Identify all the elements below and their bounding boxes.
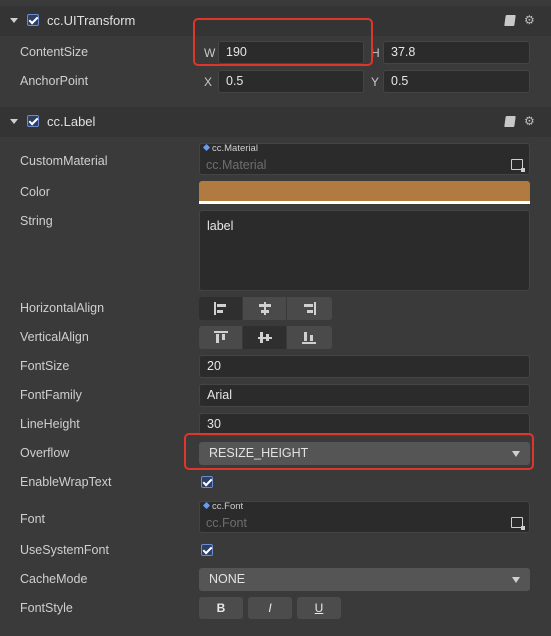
custom-material-label: CustomMaterial [20, 154, 108, 168]
cache-mode-value: NONE [209, 572, 246, 586]
font-size-input[interactable]: 20 [199, 355, 530, 378]
align-top-button[interactable] [199, 326, 243, 349]
align-bottom-icon [302, 331, 316, 344]
line-height-label: LineHeight [20, 417, 80, 431]
align-left-button[interactable] [199, 297, 243, 320]
vertical-align-label: VerticalAlign [20, 330, 89, 344]
underline-button[interactable]: U [297, 597, 341, 619]
label-title: cc.Label [47, 114, 96, 129]
align-left-icon [214, 302, 228, 315]
collapse-triangle-icon[interactable] [10, 119, 18, 124]
uitransform-title: cc.UITransform [47, 13, 136, 28]
help-book-icon[interactable] [504, 15, 516, 26]
font-size-label: FontSize [20, 359, 70, 373]
color-alpha-bar [199, 201, 530, 204]
enable-wrap-text-checkbox[interactable] [201, 476, 213, 488]
anchor-x-axis-label: X [204, 75, 213, 89]
font-style-label: FontStyle [20, 601, 73, 615]
font-label: Font [20, 512, 46, 526]
align-top-icon [214, 331, 228, 344]
align-right-button[interactable] [287, 297, 331, 320]
align-middle-button[interactable] [243, 326, 287, 349]
asset-diamond-icon [202, 143, 211, 152]
content-height-input[interactable]: 37.8 [383, 41, 530, 64]
font-placeholder: cc.Font [206, 516, 247, 530]
cache-mode-select[interactable]: NONE [199, 568, 530, 591]
material-type-tag: cc.Material [202, 143, 258, 154]
material-placeholder: cc.Material [206, 158, 267, 172]
horizontal-align-group [199, 297, 332, 320]
overflow-highlight [184, 433, 534, 470]
align-center-button[interactable] [243, 297, 287, 320]
overflow-label: Overflow [20, 446, 70, 460]
align-middle-icon [258, 331, 272, 344]
align-right-icon [302, 302, 316, 315]
custom-material-field[interactable]: cc.Material cc.Material [199, 143, 530, 175]
align-center-icon [258, 302, 272, 315]
horizontal-align-label: HorizontalAlign [20, 301, 105, 315]
color-label: Color [20, 185, 50, 199]
use-system-font-label: UseSystemFont [20, 543, 109, 557]
dropdown-caret-icon [512, 577, 520, 583]
font-family-label: FontFamily [20, 388, 82, 402]
color-swatch[interactable] [199, 181, 530, 201]
enable-wrap-text-label: EnableWrapText [20, 475, 112, 489]
label-enabled-checkbox[interactable] [27, 115, 39, 127]
anchor-point-label: AnchorPoint [20, 74, 89, 88]
gear-icon[interactable]: ⚙ [524, 14, 535, 26]
anchor-y-input[interactable]: 0.5 [383, 70, 530, 93]
cache-mode-label: CacheMode [20, 572, 88, 586]
help-book-icon[interactable] [504, 116, 516, 127]
font-type-tag: cc.Font [202, 501, 243, 512]
asset-diamond-icon [202, 501, 211, 510]
content-width-highlight [193, 18, 373, 66]
locate-asset-icon[interactable] [511, 517, 525, 530]
font-asset-field[interactable]: cc.Font cc.Font [199, 501, 530, 533]
anchor-y-axis-label: Y [371, 75, 380, 89]
anchor-x-input[interactable]: 0.5 [218, 70, 364, 93]
italic-button[interactable]: I [248, 597, 292, 619]
use-system-font-checkbox[interactable] [201, 544, 213, 556]
string-label: String [20, 214, 53, 228]
font-family-input[interactable]: Arial [199, 384, 530, 407]
string-textarea[interactable]: label [199, 210, 530, 291]
uitransform-enabled-checkbox[interactable] [27, 14, 39, 26]
vertical-align-group [199, 326, 332, 349]
content-size-label: ContentSize [20, 45, 89, 59]
align-bottom-button[interactable] [287, 326, 331, 349]
bold-button[interactable]: B [199, 597, 243, 619]
locate-asset-icon[interactable] [511, 159, 525, 172]
gear-icon[interactable]: ⚙ [524, 115, 535, 127]
collapse-triangle-icon[interactable] [10, 18, 18, 23]
